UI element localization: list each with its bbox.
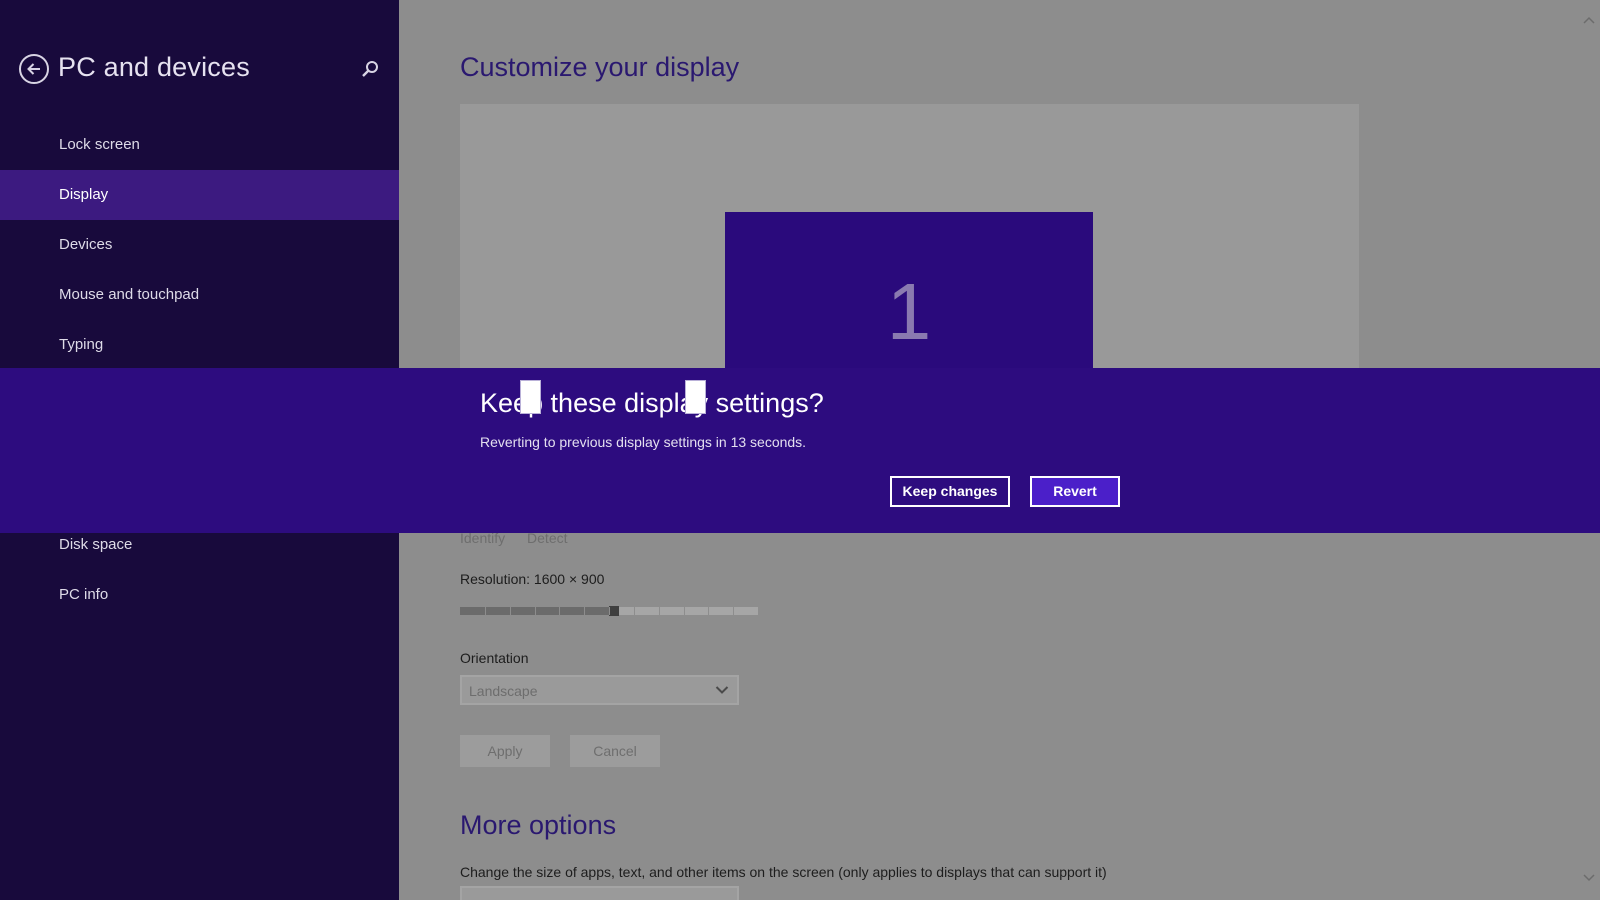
back-button[interactable]: [19, 54, 49, 84]
page-title: Customize your display: [460, 52, 740, 82]
dialog-message: Reverting to previous display settings i…: [480, 434, 807, 450]
chevron-down-icon: [715, 686, 729, 694]
sidebar-title: PC and devices: [58, 52, 250, 82]
display-arrangement-area: 1: [460, 104, 1359, 412]
slider-tick: [609, 607, 610, 615]
sidebar-item-typing[interactable]: Typing: [0, 320, 399, 370]
slider-tick: [485, 607, 486, 615]
keep-changes-button[interactable]: Keep changes: [890, 476, 1010, 507]
sidebar-item-devices[interactable]: Devices: [0, 220, 399, 270]
orientation-value: Landscape: [469, 683, 538, 699]
search-button[interactable]: [360, 59, 380, 79]
text-caret-marker: [685, 380, 706, 414]
slider-tick: [634, 607, 635, 615]
cancel-button[interactable]: Cancel: [570, 735, 660, 767]
revert-button[interactable]: Revert: [1030, 476, 1120, 507]
slider-tick: [584, 607, 585, 615]
sidebar-item-mouse-and-touchpad[interactable]: Mouse and touchpad: [0, 270, 399, 320]
sidebar-item-display[interactable]: Display: [0, 170, 399, 220]
back-arrow-icon: [27, 63, 40, 75]
orientation-select[interactable]: Landscape: [460, 675, 739, 705]
slider-tick: [708, 607, 709, 615]
resolution-slider[interactable]: [460, 606, 758, 616]
keep-settings-dialog: Keep these display settings? Reverting t…: [0, 368, 1600, 533]
slider-tick: [510, 607, 511, 615]
scroll-up-arrow-icon[interactable]: [1582, 14, 1596, 26]
slider-tick: [659, 607, 660, 615]
resolution-slider-thumb[interactable]: [609, 606, 619, 616]
more-options-title: More options: [460, 810, 617, 840]
sidebar-nav: Lock screen Display Devices Mouse and to…: [0, 120, 399, 370]
slider-tick: [559, 607, 560, 615]
settings-window: PC and devices Lock screen Display Devic…: [0, 0, 1600, 900]
sidebar-item-pc-info[interactable]: PC info: [0, 570, 399, 620]
resolution-label: Resolution: 1600 × 900: [460, 571, 605, 587]
search-icon: [362, 61, 378, 77]
slider-tick: [733, 607, 734, 615]
sidebar-item-lock-screen[interactable]: Lock screen: [0, 120, 399, 170]
apply-button[interactable]: Apply: [460, 735, 550, 767]
orientation-label: Orientation: [460, 650, 529, 666]
slider-tick: [535, 607, 536, 615]
scroll-down-arrow-icon[interactable]: [1582, 872, 1596, 884]
sidebar-nav-lower: Disk space PC info: [0, 520, 399, 620]
sidebar-header: PC and devices: [0, 48, 399, 92]
scaling-select[interactable]: [460, 886, 739, 900]
more-options-description: Change the size of apps, text, and other…: [460, 864, 1107, 880]
slider-tick: [684, 607, 685, 615]
text-caret-marker: [520, 380, 541, 414]
